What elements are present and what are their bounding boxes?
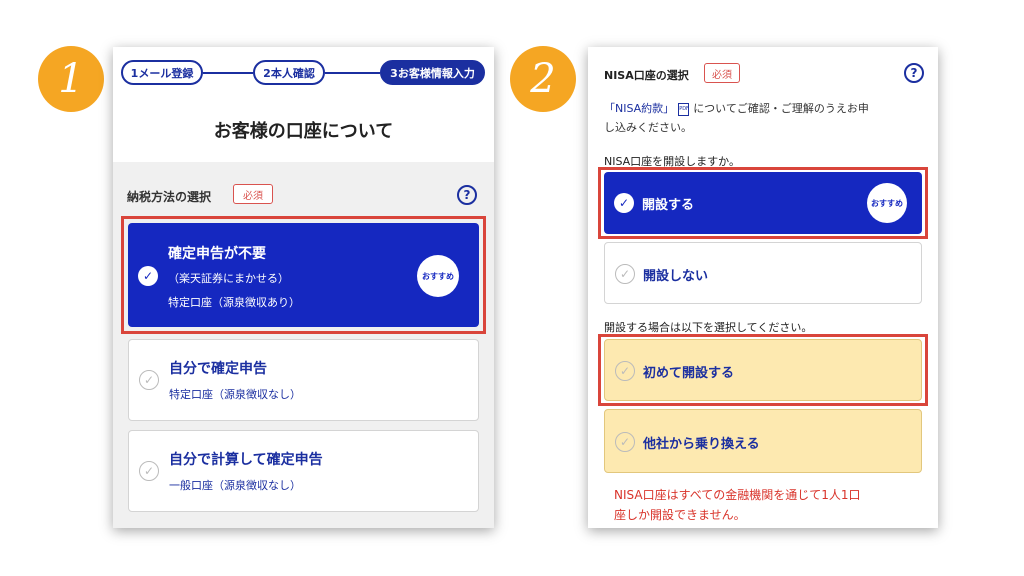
check-icon: ✓ [615, 361, 635, 381]
option-self-tax-return[interactable]: ✓ 自分で確定申告 特定口座（源泉徴収なし） [128, 339, 479, 421]
option-title: 開設する [642, 198, 695, 213]
option-title: 自分で計算して確定申告 [169, 452, 323, 468]
check-icon: ✓ [139, 461, 159, 481]
sub-question-label: 開設する場合は以下を選択してください。 [604, 321, 813, 334]
intro-text-part: し込みください。 [604, 121, 692, 134]
option-not-open-nisa[interactable]: ✓ 開設しない [604, 242, 922, 304]
page-title: お客様の口座について [213, 121, 394, 142]
step-marker-1: 1 [38, 46, 104, 112]
help-icon[interactable]: ? [457, 185, 477, 205]
check-icon: ✓ [138, 266, 158, 286]
option-title: 自分で確定申告 [169, 361, 267, 377]
option-open-nisa[interactable]: ✓ 開設する おすすめ [604, 172, 922, 234]
recommend-badge: おすすめ [867, 183, 907, 223]
check-icon: ✓ [614, 193, 634, 213]
required-badge: 必須 [704, 63, 740, 83]
screenshot-stage: 1 2 1メール登録 2本人確認 3お客様情報入力 お客様の口座について 納税方… [0, 0, 1024, 576]
step-connector [203, 72, 253, 74]
option-account-type: 特定口座（源泉徴収あり） [168, 296, 300, 309]
step-marker-2: 2 [510, 46, 576, 112]
progress-steps: 1メール登録 2本人確認 3お客様情報入力 [113, 47, 494, 101]
step-customer-info: 3お客様情報入力 [380, 60, 485, 85]
help-icon[interactable]: ? [904, 63, 924, 83]
warning-line: 座しか開設できません。 [614, 508, 746, 522]
option-no-tax-return[interactable]: ✓ 確定申告が不要 （楽天証券にまかせる） 特定口座（源泉徴収あり） おすすめ [128, 223, 479, 327]
intro-text: 「NISA約款」 PDF についてご確認・ご理解のうえお申 し込みください。 [604, 99, 929, 137]
option-first-time-open[interactable]: ✓ 初めて開設する [604, 339, 922, 401]
step-email-registration: 1メール登録 [121, 60, 203, 85]
required-badge: 必須 [233, 184, 273, 204]
tax-method-screen: 1メール登録 2本人確認 3お客様情報入力 お客様の口座について 納税方法の選択… [113, 47, 494, 528]
option-transfer-from-other[interactable]: ✓ 他社から乗り換える [604, 409, 922, 473]
option-title: 他社から乗り換える [643, 437, 760, 452]
step-connector [325, 72, 380, 74]
warning-text: NISA口座はすべての金融機関を通じて1人1口 座しか開設できません。 [614, 485, 929, 525]
content-area: 納税方法の選択 必須 ? ✓ 確定申告が不要 （楽天証券にまかせる） 特定口座（… [113, 162, 494, 528]
option-title: 開設しない [643, 269, 709, 284]
check-icon: ✓ [615, 432, 635, 452]
option-title: 確定申告が不要 [168, 246, 266, 262]
option-title: 初めて開設する [643, 366, 735, 381]
check-icon: ✓ [139, 370, 159, 390]
recommend-badge: おすすめ [417, 255, 459, 297]
intro-text-part: についてご確認・ご理解のうえお申 [693, 102, 869, 115]
step-identity-verification: 2本人確認 [253, 60, 325, 85]
nisa-account-screen: NISA口座の選択 必須 ? 「NISA約款」 PDF についてご確認・ご理解のうえ… [588, 47, 938, 528]
section-label: NISA口座の選択 [604, 69, 689, 82]
warning-line: NISA口座はすべての金融機関を通じて1人1口 [614, 488, 861, 502]
option-account-type: 一般口座（源泉徴収なし） [169, 479, 301, 492]
option-self-calc-tax-return[interactable]: ✓ 自分で計算して確定申告 一般口座（源泉徴収なし） [128, 430, 479, 512]
option-sub: （楽天証券にまかせる） [168, 272, 289, 285]
nisa-terms-link[interactable]: 「NISA約款」 [604, 102, 674, 115]
section-label: 納税方法の選択 [127, 190, 212, 204]
option-account-type: 特定口座（源泉徴収なし） [169, 388, 301, 401]
pdf-icon: PDF [678, 102, 690, 116]
check-icon: ✓ [615, 264, 635, 284]
